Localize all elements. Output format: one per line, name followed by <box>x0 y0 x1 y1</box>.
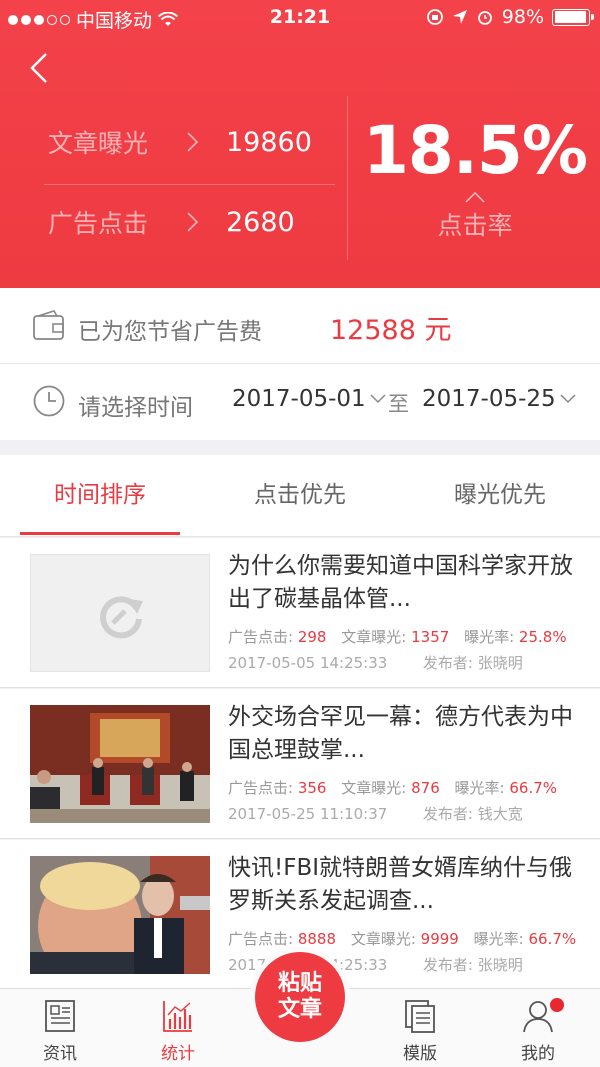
ad-click-value: 2680 <box>226 206 295 238</box>
end-date-select[interactable]: 2017-05-25 <box>422 386 576 412</box>
tab-stats-label: 统计 <box>161 1044 195 1064</box>
exposure-label: 文章曝光: <box>350 930 416 948</box>
time-filter-label: 请选择时间 <box>78 395 193 421</box>
tab-click-priority[interactable]: 点击优先 <box>200 455 400 537</box>
article-title: 为什么你需要知道中国科学家开放出了碳基晶体管... <box>228 553 573 612</box>
article-exposure-label: 文章曝光 <box>48 129 149 158</box>
click-rate-label: 点击率 <box>437 211 513 240</box>
ad-click-label: 广告点击 <box>48 209 149 238</box>
vertical-divider <box>347 96 348 260</box>
ad-click-stat[interactable]: 广告点击 2680 <box>48 204 295 240</box>
article-title: 快讯!FBI就特朗普女婿库纳什与俄罗斯关系发起调查... <box>228 855 573 914</box>
article-exposure-stat[interactable]: 文章曝光 19860 <box>48 124 312 160</box>
wallet-icon <box>33 310 64 340</box>
ad-click-count: 298 <box>297 628 327 646</box>
ad-click-label: 广告点击: <box>228 779 294 797</box>
article-thumbnail <box>30 856 210 974</box>
date-range-separator: 至 <box>388 392 409 416</box>
start-date-value: 2017-05-01 <box>232 386 366 412</box>
battery-percent: 98% <box>501 6 544 28</box>
start-date-select[interactable]: 2017-05-01 <box>232 386 386 412</box>
article-stats: 广告点击: 298 文章曝光: 1357 曝光率: 25.8% <box>228 626 588 647</box>
two-men-photo <box>30 856 210 974</box>
chevron-right-icon <box>187 132 199 152</box>
clock-icon <box>33 385 65 417</box>
article-sub: 2017-05-05 14:25:33 发布者: 张晓明 <box>228 652 588 673</box>
exposure-label: 文章曝光: <box>341 779 407 797</box>
stat-divider <box>44 184 335 185</box>
chevron-down-icon <box>370 394 386 404</box>
notification-badge <box>550 998 564 1012</box>
tab-me-label: 我的 <box>521 1044 555 1064</box>
article-item[interactable]: 为什么你需要知道中国科学家开放出了碳基晶体管... 广告点击: 298 文章曝光… <box>0 538 600 688</box>
article-sub: 2017-05-25 11:10:37 发布者: 钱大宽 <box>228 803 588 824</box>
paste-article-line1: 粘贴 <box>277 971 322 996</box>
article-title: 外交场合罕见一幕：德方代表为中国总理鼓掌... <box>228 704 573 763</box>
article-thumbnail <box>30 705 210 823</box>
article-datetime: 2017-05-05 14:25:33 <box>228 654 388 672</box>
sort-tabs: 时间排序 点击优先 曝光优先 <box>0 455 600 537</box>
exposure-rate-label: 曝光率: <box>464 628 515 646</box>
article-stats: 广告点击: 8888 文章曝光: 9999 曝光率: 66.7% <box>228 928 588 949</box>
exposure-rate: 66.7% <box>528 930 577 948</box>
battery-icon <box>552 8 594 26</box>
ad-click-label: 广告点击: <box>228 628 294 646</box>
template-icon <box>405 1000 435 1033</box>
ad-click-count: 356 <box>297 779 327 797</box>
meeting-photo <box>30 705 210 823</box>
news-icon <box>45 1000 75 1032</box>
tab-templates[interactable]: 模版 <box>380 989 460 1067</box>
time-filter-row: 请选择时间 2017-05-01 至 2017-05-25 <box>0 364 600 440</box>
alarm-icon <box>477 11 492 25</box>
status-bar: 中国移动 21:21 98% <box>0 0 600 34</box>
article-item[interactable]: 外交场合罕见一幕：德方代表为中国总理鼓掌... 广告点击: 356 文章曝光: … <box>0 689 600 839</box>
chart-icon <box>163 1001 192 1032</box>
refresh-icon <box>100 596 143 639</box>
article-publisher: 发布者: 张晓明 <box>422 956 523 974</box>
exposure-count: 9999 <box>420 930 459 948</box>
exposure-count: 1357 <box>411 628 450 646</box>
savings-label: 已为您节省广告费 <box>78 319 262 345</box>
tab-templates-label: 模版 <box>403 1044 437 1064</box>
article-exposure-value: 19860 <box>226 126 312 158</box>
stats-header: 中国移动 21:21 98% 文章曝光 19860 广告点击 2680 18.5… <box>0 0 600 288</box>
paste-article-button[interactable]: 粘贴 文章 <box>255 952 345 1042</box>
rotation-lock-icon <box>426 9 443 25</box>
tab-stats[interactable]: 统计 <box>138 989 218 1067</box>
exposure-count: 876 <box>411 779 440 797</box>
tab-news-label: 资讯 <box>43 1044 77 1064</box>
ad-click-label: 广告点击: <box>228 930 294 948</box>
exposure-rate-label: 曝光率: <box>473 930 524 948</box>
click-rate-value: 18.5% <box>363 112 588 189</box>
tab-time-sort[interactable]: 时间排序 <box>0 455 200 537</box>
chevron-down-icon <box>560 394 576 404</box>
location-icon <box>452 10 467 24</box>
chevron-right-icon <box>187 212 199 232</box>
article-stats: 广告点击: 356 文章曝光: 876 曝光率: 66.7% <box>228 777 588 798</box>
article-datetime: 2017-05-25 11:10:37 <box>228 805 388 823</box>
tab-news[interactable]: 资讯 <box>20 989 100 1067</box>
exposure-rate: 25.8% <box>518 628 567 646</box>
ad-savings-row: 已为您节省广告费 12588 元 <box>0 288 600 364</box>
ad-click-count: 8888 <box>297 930 337 948</box>
savings-amount: 12588 元 <box>330 315 452 346</box>
article-thumbnail <box>30 554 210 672</box>
exposure-rate: 66.7% <box>509 779 558 797</box>
back-arrow-icon[interactable] <box>24 48 60 88</box>
tab-me[interactable]: 我的 <box>498 989 578 1067</box>
article-publisher: 发布者: 钱大宽 <box>422 805 523 823</box>
tab-exposure-priority[interactable]: 曝光优先 <box>400 455 600 537</box>
exposure-rate-label: 曝光率: <box>454 779 505 797</box>
active-tab-indicator <box>20 532 180 535</box>
end-date-value: 2017-05-25 <box>422 386 556 412</box>
exposure-label: 文章曝光: <box>341 628 407 646</box>
article-publisher: 发布者: 张晓明 <box>422 654 523 672</box>
paste-article-line2: 文章 <box>277 997 322 1022</box>
caret-up-icon <box>465 191 485 203</box>
status-right: 98% <box>426 6 594 28</box>
